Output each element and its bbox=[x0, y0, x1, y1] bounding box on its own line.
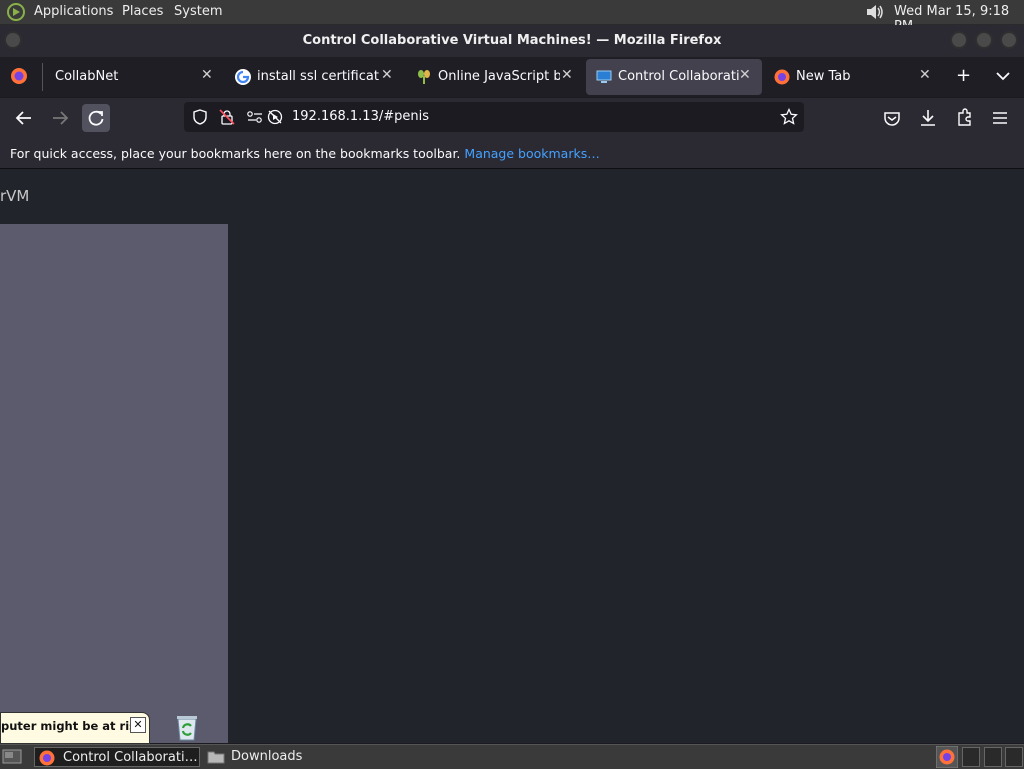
vm-label: rVM bbox=[0, 187, 30, 205]
tab-bar: CollabNet ✕ install ssl certificate ✕ On… bbox=[0, 57, 1024, 97]
hamburger-menu-icon[interactable] bbox=[986, 104, 1014, 132]
vm-panel[interactable] bbox=[0, 224, 228, 743]
notification-text: puter might be at risk bbox=[1, 719, 144, 733]
navigation-toolbar: 192.168.1.13/#penis bbox=[0, 98, 1024, 138]
tab-close-icon[interactable]: ✕ bbox=[739, 67, 751, 83]
google-icon bbox=[235, 69, 251, 85]
page-content: rVM bbox=[0, 169, 1024, 743]
taskbar-item-firefox[interactable]: Control Collaborati… bbox=[34, 747, 200, 767]
menu-applications[interactable]: Applications bbox=[34, 4, 113, 19]
manage-bookmarks-link[interactable]: Manage bookmarks… bbox=[464, 146, 599, 161]
bookmark-star-icon[interactable] bbox=[780, 108, 798, 126]
bookmarks-toolbar: For quick access, place your bookmarks h… bbox=[0, 138, 1024, 169]
back-arrow-icon[interactable] bbox=[10, 104, 38, 132]
workspace-switcher-3[interactable] bbox=[984, 747, 1002, 767]
tab-list-chevron-down-icon[interactable] bbox=[996, 71, 1010, 81]
security-notification[interactable]: puter might be at risk ✕ bbox=[0, 712, 150, 744]
url-bar[interactable]: 192.168.1.13/#penis bbox=[184, 102, 804, 132]
tab-label: New Tab bbox=[796, 69, 851, 84]
tab-control-collaborative[interactable]: Control Collaborativ ✕ bbox=[586, 59, 762, 95]
downloads-icon[interactable] bbox=[914, 104, 942, 132]
bookmarks-message-text: For quick access, place your bookmarks h… bbox=[10, 146, 461, 161]
notification-close-icon[interactable]: ✕ bbox=[130, 717, 146, 733]
gnome-foot-icon[interactable] bbox=[6, 3, 26, 21]
workspace-switcher-4[interactable] bbox=[1005, 747, 1023, 767]
pocket-icon[interactable] bbox=[878, 104, 906, 132]
taskbar-item-label: Downloads bbox=[231, 749, 303, 764]
new-tab-plus-icon[interactable]: + bbox=[956, 65, 971, 86]
firefox-icon bbox=[774, 69, 790, 85]
extensions-puzzle-icon[interactable] bbox=[950, 104, 978, 132]
tab-new-tab[interactable]: New Tab ✕ bbox=[764, 59, 940, 95]
menu-system[interactable]: System bbox=[174, 4, 222, 19]
tab-close-icon[interactable]: ✕ bbox=[201, 67, 213, 83]
tab-close-icon[interactable]: ✕ bbox=[919, 67, 931, 83]
bookmarks-empty-message: For quick access, place your bookmarks h… bbox=[10, 146, 600, 161]
update-trash-icon[interactable] bbox=[172, 712, 202, 742]
close-window-button[interactable] bbox=[1000, 31, 1018, 49]
shield-icon[interactable] bbox=[192, 109, 208, 125]
tab-label: Control Collaborativ bbox=[618, 69, 740, 84]
tab-collabnet[interactable]: CollabNet ✕ bbox=[46, 59, 222, 95]
maximize-button[interactable] bbox=[975, 31, 993, 49]
minimize-button[interactable] bbox=[950, 31, 968, 49]
tab-close-icon[interactable]: ✕ bbox=[381, 67, 393, 83]
taskbar-item-downloads[interactable]: Downloads bbox=[204, 747, 344, 767]
url-text[interactable]: 192.168.1.13/#penis bbox=[292, 109, 429, 124]
workspace-firefox-icon[interactable] bbox=[936, 746, 958, 768]
bottom-panel: Control Collaborati… Downloads bbox=[0, 744, 1024, 769]
menu-places[interactable]: Places bbox=[122, 4, 163, 19]
reload-icon[interactable] bbox=[82, 104, 110, 132]
folder-icon bbox=[207, 751, 225, 764]
tab-close-icon[interactable]: ✕ bbox=[561, 67, 573, 83]
plant-icon bbox=[418, 70, 430, 84]
top-panel: Applications Places System Wed Mar 15, 9… bbox=[0, 0, 1024, 34]
permissions-icon[interactable] bbox=[246, 109, 264, 125]
show-desktop-icon[interactable] bbox=[2, 748, 22, 766]
autoplay-blocked-icon[interactable] bbox=[267, 109, 283, 125]
monitor-icon bbox=[596, 70, 612, 83]
volume-icon[interactable] bbox=[864, 2, 886, 22]
window-title: Control Collaborative Virtual Machines! … bbox=[302, 33, 722, 48]
window-titlebar[interactable]: Control Collaborative Virtual Machines! … bbox=[0, 25, 1024, 57]
tab-label: CollabNet bbox=[55, 69, 119, 84]
forward-arrow-icon[interactable] bbox=[46, 104, 74, 132]
firefox-view-icon[interactable] bbox=[10, 67, 28, 85]
tab-label: Online JavaScript be bbox=[438, 69, 560, 84]
tab-label: install ssl certificate bbox=[257, 69, 379, 84]
firefox-icon bbox=[39, 750, 55, 766]
taskbar-item-label: Control Collaborati… bbox=[63, 750, 198, 765]
tab-online-javascript[interactable]: Online JavaScript be ✕ bbox=[406, 59, 581, 95]
workspace-switcher-2[interactable] bbox=[962, 747, 980, 767]
insecure-lock-icon[interactable] bbox=[219, 109, 235, 125]
tab-install-ssl[interactable]: install ssl certificate ✕ bbox=[225, 59, 400, 95]
